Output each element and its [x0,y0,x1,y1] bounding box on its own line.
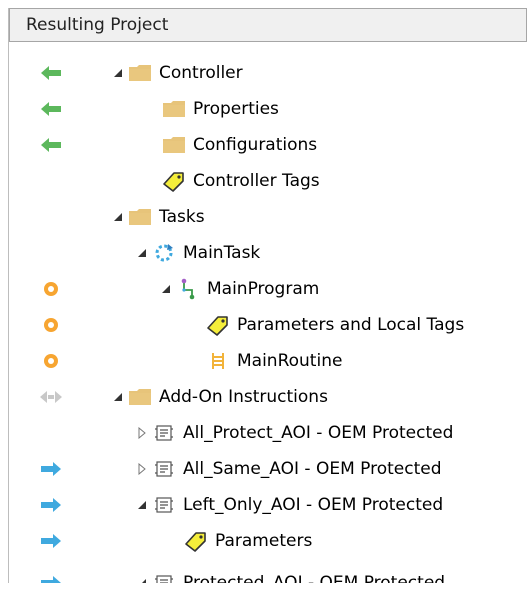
folder-icon [161,97,187,121]
tree-node-label: MainTask [183,243,261,263]
tree-node-protected-aoi[interactable]: Protected_AOI - OEM Protected [9,565,527,583]
tree-node-label: Controller Tags [193,171,320,191]
folder-icon [127,385,153,409]
tree-node-label: Add-On Instructions [159,387,328,407]
aoi-icon [151,457,177,481]
gray-bidirectional-arrows-icon [39,387,63,407]
tree-node-all-same-aoi[interactable]: All_Same_AOI - OEM Protected [9,451,527,487]
panel-title: Resulting Project [26,15,169,35]
tree-node-label: Left_Only_AOI - OEM Protected [183,495,444,515]
tree-node-label: Properties [193,99,279,119]
tree-node-tasks[interactable]: Tasks [9,199,527,235]
expanded-triangle-icon[interactable] [133,578,151,583]
panel-header: Resulting Project [9,8,527,42]
tree-node-label: Controller [159,63,243,83]
tree-node-maintask[interactable]: MainTask [9,235,527,271]
tree-node-label: Parameters and Local Tags [237,315,465,335]
folder-icon [161,133,187,157]
green-arrow-left-icon [39,99,63,119]
aoi-icon [151,421,177,445]
tree-node-all-protect-aoi[interactable]: All_Protect_AOI - OEM Protected [9,415,527,451]
tree-node-left-only-aoi[interactable]: Left_Only_AOI - OEM Protected [9,487,527,523]
orange-circle-icon [39,279,63,299]
resulting-project-panel: Resulting Project Controller Properties … [8,8,527,583]
tree-node-configurations[interactable]: Configurations [9,127,527,163]
expanded-triangle-icon[interactable] [109,392,127,402]
project-tree[interactable]: Controller Properties Configurations Con… [9,55,527,583]
tree-node-properties[interactable]: Properties [9,91,527,127]
task-cycle-icon [151,241,177,265]
tag-icon [183,529,209,553]
collapsed-triangle-icon[interactable] [133,463,151,475]
expanded-triangle-icon[interactable] [157,284,175,294]
tree-node-controller-tags[interactable]: Controller Tags [9,163,527,199]
tree-node-mainprogram[interactable]: MainProgram [9,271,527,307]
green-arrow-left-icon [39,135,63,155]
aoi-icon [151,493,177,517]
tree-node-mainroutine[interactable]: MainRoutine [9,343,527,379]
tree-node-label: Configurations [193,135,318,155]
expanded-triangle-icon[interactable] [109,68,127,78]
tree-node-add-on-instructions[interactable]: Add-On Instructions [9,379,527,415]
aoi-icon [151,571,177,583]
program-icon [175,277,201,301]
folder-icon [127,205,153,229]
orange-circle-icon [39,315,63,335]
tag-icon [161,169,187,193]
expanded-triangle-icon[interactable] [133,500,151,510]
tree-node-label: Parameters [215,531,313,551]
tag-icon [205,313,231,337]
tree-node-label: Protected_AOI - OEM Protected [183,573,446,583]
tree-node-controller[interactable]: Controller [9,55,527,91]
blue-arrow-right-icon [39,459,63,479]
tree-node-label: MainRoutine [237,351,343,371]
blue-arrow-right-icon [39,531,63,551]
collapsed-triangle-icon[interactable] [133,427,151,439]
tree-node-label: All_Protect_AOI - OEM Protected [183,423,454,443]
blue-arrow-right-icon [39,495,63,515]
tree-node-label: MainProgram [207,279,320,299]
blue-arrow-right-icon [39,573,63,583]
ladder-routine-icon [205,349,231,373]
tree-node-parameters-and-local-tags[interactable]: Parameters and Local Tags [9,307,527,343]
expanded-triangle-icon[interactable] [133,248,151,258]
green-arrow-left-icon [39,63,63,83]
tree-node-label: All_Same_AOI - OEM Protected [183,459,442,479]
expanded-triangle-icon[interactable] [109,212,127,222]
tree-node-parameters[interactable]: Parameters [9,523,527,559]
orange-circle-icon [39,351,63,371]
tree-node-label: Tasks [159,207,205,227]
folder-icon [127,61,153,85]
